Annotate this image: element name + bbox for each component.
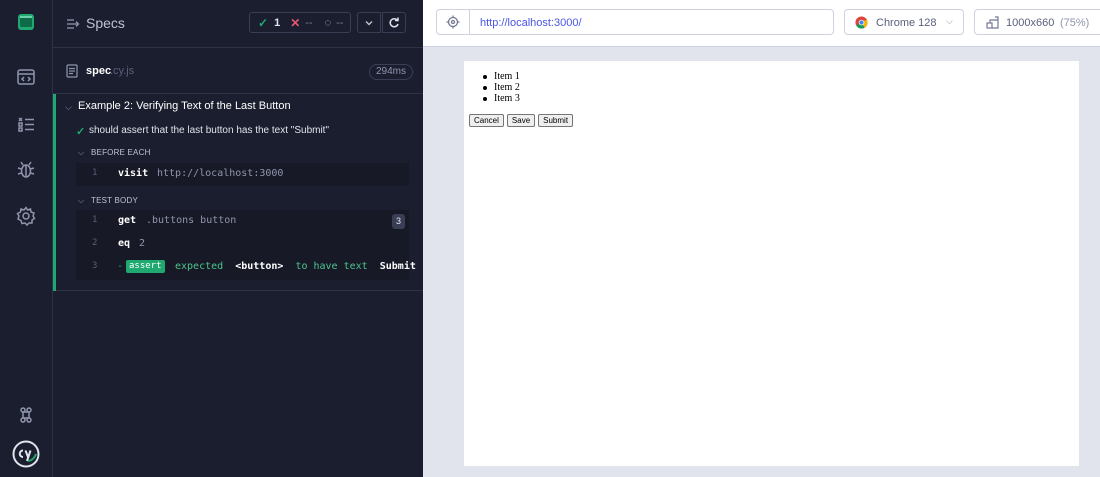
command-message: .buttons button xyxy=(146,215,237,226)
url-text[interactable]: http://localhost:3000/ xyxy=(480,17,582,29)
element-count-badge: 3 xyxy=(392,214,405,229)
item-list: Item 1 Item 2 Item 3 xyxy=(482,71,520,104)
command-row[interactable]: 2 eq 2 xyxy=(76,233,409,256)
suite-block: ⌵ Example 2: Verifying Text of the Last … xyxy=(53,94,423,291)
reporter-header: Specs ✓ 1 ✕ -- ◌ -- xyxy=(53,0,423,48)
app-logo-icon[interactable] xyxy=(16,12,36,32)
pending-count: -- xyxy=(336,16,344,29)
suite-title[interactable]: Example 2: Verifying Text of the Last Bu… xyxy=(78,100,291,112)
pending-stat: ◌ -- xyxy=(325,17,344,29)
chevron-down-icon: ⌵ xyxy=(946,16,953,26)
assert-element: <button> xyxy=(235,261,284,272)
viewport-icon xyxy=(986,16,999,29)
command-row[interactable]: 3 - assert expected <button> to have tex… xyxy=(76,256,416,279)
restart-icon xyxy=(389,17,399,27)
check-icon: ✓ xyxy=(76,126,86,138)
chrome-icon xyxy=(855,16,868,29)
browser-name: Chrome 128 xyxy=(876,17,937,29)
command-row[interactable]: 1 get .buttons button 3 xyxy=(76,210,409,233)
specs-title[interactable]: Specs xyxy=(86,15,125,31)
chevron-down-icon[interactable]: ⌵ xyxy=(78,196,84,206)
command-name: visit xyxy=(118,168,149,179)
passed-count: 1 xyxy=(274,16,281,29)
specs-toggle-icon[interactable] xyxy=(66,17,80,31)
before-each-commands: 1 visit http://localhost:3000 xyxy=(76,163,409,186)
test-body-label[interactable]: TEST BODY xyxy=(91,196,138,205)
command-row[interactable]: 1 visit http://localhost:3000 xyxy=(76,163,409,186)
submit-button[interactable]: Submit xyxy=(538,114,574,127)
spec-duration-badge: 294ms xyxy=(369,64,414,80)
nav-rail xyxy=(0,0,53,477)
failed-stat: ✕ -- xyxy=(290,16,312,30)
test-stats: ✓ 1 ✕ -- ◌ -- xyxy=(249,12,351,33)
crosshair-icon xyxy=(446,15,460,29)
viewport-size: 1000x660 xyxy=(1006,17,1055,29)
selector-playground-button[interactable] xyxy=(436,9,470,35)
assert-value: Submit xyxy=(379,261,416,272)
command-log-panel: Specs ✓ 1 ✕ -- ◌ -- spec .cy.js 294ms ⌵ … xyxy=(53,0,423,477)
test-title[interactable]: should assert that the last button has t… xyxy=(89,125,329,136)
app-preview: http://localhost:3000/ Chrome 128 ⌵ 1000… xyxy=(423,0,1100,477)
passed-stat: ✓ 1 xyxy=(258,16,280,30)
preview-toolbar: http://localhost:3000/ Chrome 128 ⌵ 1000… xyxy=(423,0,1100,47)
list-item: Item 1 xyxy=(482,71,520,82)
chevron-down-icon[interactable]: ⌵ xyxy=(65,102,72,113)
runs-icon[interactable] xyxy=(16,114,36,134)
keyboard-shortcuts-icon[interactable] xyxy=(16,405,36,425)
viewport-scale: (75%) xyxy=(1060,17,1090,29)
browser-selector[interactable]: Chrome 128 ⌵ xyxy=(844,9,964,35)
expand-collapse-button[interactable] xyxy=(357,12,381,33)
command-number: 2 xyxy=(92,238,98,248)
save-button[interactable]: Save xyxy=(506,114,536,127)
assert-message: expected <button> to have text Submit xyxy=(175,261,416,272)
x-icon: ✕ xyxy=(290,15,301,30)
viewport-info-button[interactable]: 1000x660 (75%) xyxy=(974,9,1100,35)
command-name: - xyxy=(117,261,124,272)
assert-mid: to have text xyxy=(295,261,368,272)
debug-icon[interactable] xyxy=(16,160,36,180)
pass-status-bar xyxy=(53,94,56,291)
command-name: get xyxy=(118,215,137,226)
pending-icon: ◌ xyxy=(324,16,332,29)
buttons-group: Cancel Save Submit xyxy=(469,114,574,127)
rerun-tests-button[interactable] xyxy=(382,12,406,33)
before-each-label[interactable]: BEFORE EACH xyxy=(91,148,151,157)
settings-icon[interactable] xyxy=(16,206,36,226)
chevron-down-icon xyxy=(365,20,373,25)
spec-extension: .cy.js xyxy=(110,65,135,77)
command-number: 1 xyxy=(92,215,98,225)
command-number: 3 xyxy=(92,261,98,271)
assert-pre: expected xyxy=(175,261,224,272)
application-under-test: Item 1 Item 2 Item 3 Cancel Save Submit xyxy=(464,61,1079,466)
url-bar[interactable]: http://localhost:3000/ xyxy=(469,9,834,35)
test-body-commands: 1 get .buttons button 3 2 eq 2 3 - asser… xyxy=(76,210,416,280)
list-item: Item 3 xyxy=(482,93,520,104)
command-message: http://localhost:3000 xyxy=(157,168,284,179)
cancel-button[interactable]: Cancel xyxy=(469,114,504,127)
failed-count: -- xyxy=(305,16,313,29)
command-message: 2 xyxy=(139,238,146,249)
list-item: Item 2 xyxy=(482,82,520,93)
cypress-logo-icon[interactable] xyxy=(12,440,40,468)
check-icon: ✓ xyxy=(258,15,269,30)
spec-file-row[interactable]: spec .cy.js 294ms xyxy=(53,49,423,94)
spec-name: spec xyxy=(86,65,112,77)
chevron-down-icon[interactable]: ⌵ xyxy=(78,148,84,158)
command-name: eq xyxy=(118,238,131,249)
command-number: 1 xyxy=(92,168,98,178)
file-icon xyxy=(66,64,78,78)
assert-tag: assert xyxy=(126,260,165,273)
specs-list-icon[interactable] xyxy=(16,67,36,87)
